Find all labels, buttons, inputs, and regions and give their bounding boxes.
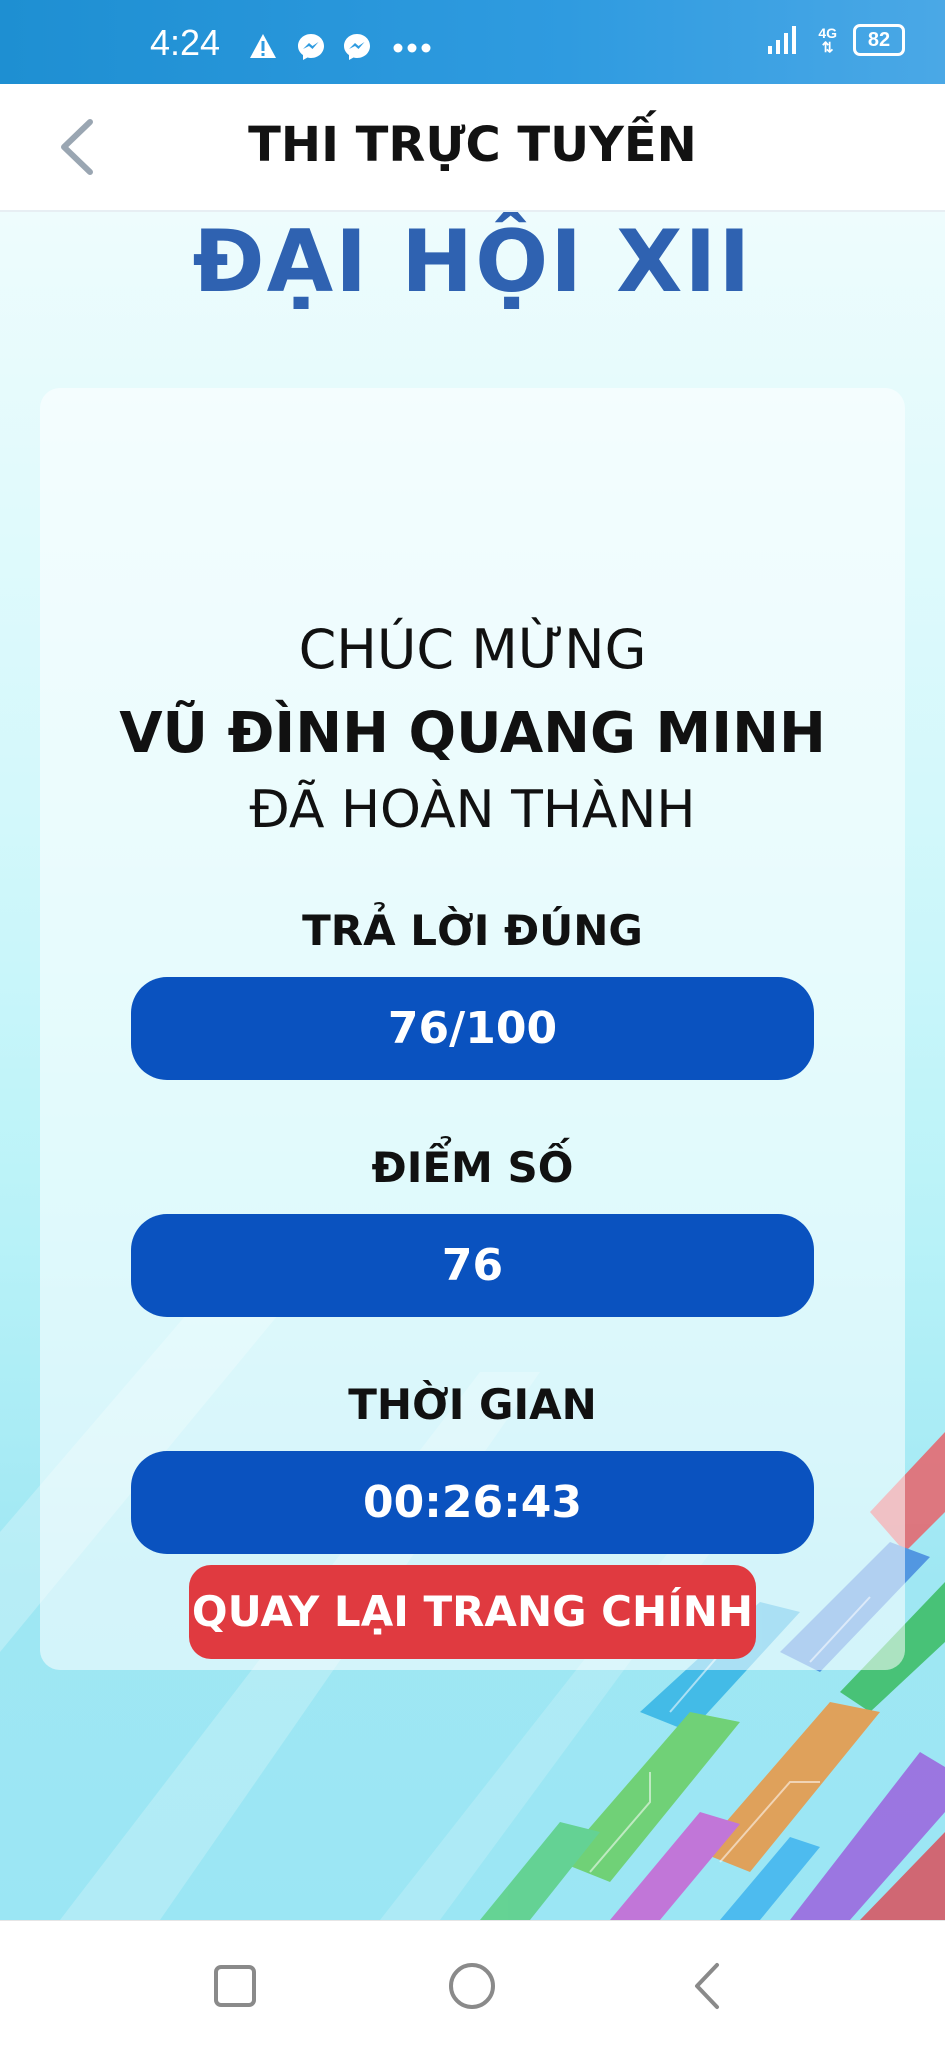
result-card: CHÚC MỪNG VŨ ĐÌNH QUANG MINH ĐÃ HOÀN THÀ… xyxy=(40,388,905,1670)
warning-icon xyxy=(250,34,276,58)
logo-title: ĐẠI HỘI XII xyxy=(192,212,753,312)
battery-level: 82 xyxy=(867,28,891,51)
data-arrows-icon: ⇅ xyxy=(821,39,834,55)
participant-name: VŨ ĐÌNH QUANG MINH xyxy=(119,701,826,766)
system-nav-bar xyxy=(0,1920,945,2048)
time-label: THỜI GIAN xyxy=(348,1380,597,1429)
recent-apps-icon[interactable] xyxy=(200,1951,270,2021)
completed-text: ĐÃ HOÀN THÀNH xyxy=(249,780,696,840)
messenger-icon xyxy=(298,34,324,60)
back-icon[interactable] xyxy=(673,1951,743,2021)
messenger-icon xyxy=(344,34,370,60)
time-value: 00:26:43 xyxy=(131,1451,814,1554)
battery-icon: 82 xyxy=(853,24,905,56)
back-to-home-button[interactable]: QUAY LẠI TRANG CHÍNH xyxy=(189,1565,756,1659)
correct-answers-value: 76/100 xyxy=(131,977,814,1080)
main-content: ĐẠI HỘI XII CHÚC MỪNG VŨ ĐÌNH QUANG MINH… xyxy=(0,212,945,1920)
signal-icon xyxy=(768,26,797,54)
status-bar: 4:24 4G ⇅ 82 xyxy=(0,0,945,84)
congrats-text: CHÚC MỪNG xyxy=(298,618,647,681)
score-label: ĐIỂM SỐ xyxy=(371,1143,574,1192)
status-time: 4:24 xyxy=(150,22,221,63)
network-label: 4G xyxy=(818,25,837,41)
status-right-group: 4G ⇅ 82 xyxy=(766,24,905,56)
more-dots-icon xyxy=(393,43,431,53)
home-icon[interactable] xyxy=(437,1951,507,2021)
score-value: 76 xyxy=(131,1214,814,1317)
network-type: 4G ⇅ xyxy=(818,26,837,54)
page-title: THI TRỰC TUYẾN xyxy=(248,117,697,173)
app-header: THI TRỰC TUYẾN xyxy=(0,84,945,212)
correct-answers-label: TRẢ LỜI ĐÚNG xyxy=(302,906,643,955)
